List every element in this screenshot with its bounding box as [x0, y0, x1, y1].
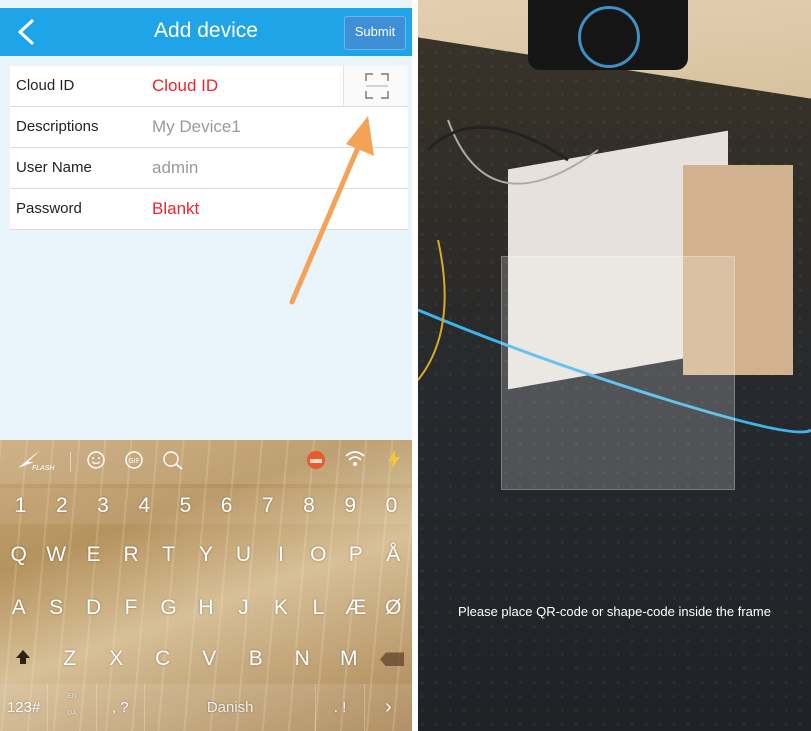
next-key[interactable]: ›: [365, 684, 412, 731]
key-o[interactable]: O: [300, 532, 337, 578]
mode-key[interactable]: 123#: [0, 684, 49, 731]
key-w[interactable]: W: [37, 532, 74, 578]
key-c[interactable]: C: [140, 636, 187, 682]
letter-row-1: Q W E R T Y U I O P Å: [0, 532, 412, 578]
scan-qr-button[interactable]: [343, 66, 408, 106]
key-2[interactable]: 2: [41, 488, 82, 524]
key-v[interactable]: V: [186, 636, 233, 682]
scan-hint-text: Please place QR-code or shape-code insid…: [458, 604, 771, 619]
key-oe[interactable]: Ø: [375, 585, 412, 631]
key-i[interactable]: I: [262, 532, 299, 578]
scan-frame: [501, 256, 735, 490]
keyboard-toolbar: FLASH GIF: [0, 440, 412, 484]
add-device-screen: Add device Submit Cloud ID Cloud ID Desc…: [0, 0, 412, 731]
key-u[interactable]: U: [225, 532, 262, 578]
key-t[interactable]: T: [150, 532, 187, 578]
key-6[interactable]: 6: [206, 488, 247, 524]
key-b[interactable]: B: [233, 636, 280, 682]
key-r[interactable]: R: [112, 532, 149, 578]
flash-brand-label: FLASH: [32, 465, 55, 472]
key-s[interactable]: S: [37, 585, 74, 631]
key-7[interactable]: 7: [247, 488, 288, 524]
language-en-label: EN: [67, 693, 77, 700]
period-key[interactable]: . !: [316, 684, 365, 731]
user-name-input[interactable]: admin: [152, 158, 198, 178]
language-key[interactable]: EN DA: [48, 684, 97, 731]
key-p[interactable]: P: [337, 532, 374, 578]
shift-arrow-icon: [16, 650, 31, 664]
key-5[interactable]: 5: [165, 488, 206, 524]
qr-scan-icon: [365, 73, 389, 99]
key-z[interactable]: Z: [47, 636, 94, 682]
language-da-label: DA: [67, 710, 77, 717]
letter-row-2: A S D F G H J K L Æ Ø: [0, 585, 412, 631]
user-name-label: User Name: [16, 159, 92, 176]
key-m[interactable]: M: [326, 636, 373, 682]
key-y[interactable]: Y: [187, 532, 224, 578]
annotation-arrow-icon: [289, 116, 374, 305]
key-f[interactable]: F: [112, 585, 149, 631]
key-a[interactable]: A: [0, 585, 37, 631]
key-q[interactable]: Q: [0, 532, 37, 578]
key-n[interactable]: N: [279, 636, 326, 682]
number-row: 1 2 3 4 5 6 7 8 9 0: [0, 488, 412, 524]
form-row-cloud-id[interactable]: Cloud ID Cloud ID: [10, 66, 408, 107]
key-l[interactable]: L: [300, 585, 337, 631]
key-h[interactable]: H: [187, 585, 224, 631]
key-x[interactable]: X: [93, 636, 140, 682]
space-key[interactable]: Danish: [145, 684, 317, 731]
key-0[interactable]: 0: [371, 488, 412, 524]
key-k[interactable]: K: [262, 585, 299, 631]
backspace-key[interactable]: [372, 636, 412, 682]
search-icon[interactable]: [162, 450, 184, 475]
comma-key[interactable]: , ?: [97, 684, 145, 731]
key-g[interactable]: G: [150, 585, 187, 631]
key-aa[interactable]: Å: [375, 532, 412, 578]
password-input[interactable]: Blankt: [152, 199, 199, 219]
key-e[interactable]: E: [75, 532, 112, 578]
wifi-icon[interactable]: [344, 450, 366, 473]
descriptions-label: Descriptions: [16, 118, 99, 135]
submit-button[interactable]: Submit: [344, 16, 406, 50]
key-ae[interactable]: Æ: [337, 585, 374, 631]
qr-scan-screen: Please place QR-code or shape-code insid…: [418, 0, 811, 731]
key-d[interactable]: D: [75, 585, 112, 631]
cloud-id-input[interactable]: Cloud ID: [152, 76, 218, 96]
shift-key[interactable]: [0, 636, 47, 682]
theme-icon[interactable]: [306, 450, 326, 475]
toolbar-divider: [70, 452, 71, 472]
key-1[interactable]: 1: [0, 488, 41, 524]
app-header: Add device Submit: [0, 8, 412, 56]
backspace-icon: [380, 652, 404, 667]
key-8[interactable]: 8: [288, 488, 329, 524]
emoji-icon[interactable]: [86, 450, 106, 475]
cloud-id-label: Cloud ID: [16, 77, 75, 94]
svg-text:GIF: GIF: [128, 457, 140, 465]
soft-keyboard: FLASH GIF 1 2 3 4 5 6 7 8 9 0 Q W E R T …: [0, 440, 412, 731]
key-9[interactable]: 9: [330, 488, 371, 524]
descriptions-input[interactable]: My Device1: [152, 117, 241, 137]
password-label: Password: [16, 200, 82, 217]
bolt-icon[interactable]: [388, 450, 400, 475]
key-4[interactable]: 4: [124, 488, 165, 524]
bottom-key-row: 123# EN DA , ? Danish . ! ›: [0, 684, 412, 731]
key-j[interactable]: J: [225, 585, 262, 631]
gif-icon[interactable]: GIF: [124, 450, 144, 475]
letter-row-3: Z X C V B N M: [0, 636, 412, 682]
key-3[interactable]: 3: [82, 488, 123, 524]
